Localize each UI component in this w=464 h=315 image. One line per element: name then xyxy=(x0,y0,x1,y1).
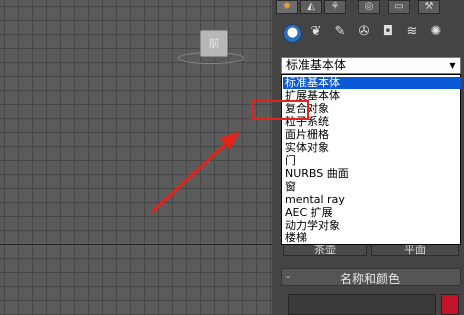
shapes-icon[interactable]: ❦ xyxy=(308,24,324,40)
dropdown-option[interactable]: 粒子系统 xyxy=(283,116,461,128)
object-name-field[interactable] xyxy=(288,294,436,315)
helpers-icon[interactable]: ◘ xyxy=(380,24,396,40)
dropdown-option[interactable]: 动力学对象 xyxy=(283,220,461,232)
object-color-swatch[interactable] xyxy=(441,294,459,315)
modify-tab-icon[interactable]: ◭ xyxy=(300,0,322,14)
command-panel-tabs: ✸ ◭ ⚘ ◎ ▭ ⚒ xyxy=(276,0,464,14)
hierarchy-tab-icon[interactable]: ⚘ xyxy=(324,0,346,14)
category-dropdown[interactable]: 标准基本体 ▼ xyxy=(281,57,461,74)
space-warps-icon[interactable]: ≋ xyxy=(404,24,420,40)
display-tab-icon[interactable]: ▭ xyxy=(388,0,410,14)
rollout-title: 名称和颜色 xyxy=(339,272,400,286)
dropdown-option[interactable]: NURBS 曲面 xyxy=(283,168,461,180)
lights-icon[interactable]: ✎ xyxy=(332,24,348,40)
create-tab-icon[interactable]: ✸ xyxy=(276,0,298,14)
dropdown-option[interactable]: AEC 扩展 xyxy=(283,207,461,219)
dropdown-option[interactable]: 标准基本体 xyxy=(283,77,461,89)
dropdown-option-compound-objects[interactable]: 复合对象 xyxy=(283,103,461,115)
dropdown-option[interactable]: 实体对象 xyxy=(283,142,461,154)
name-and-color-rollout[interactable]: - 名称和颜色 xyxy=(281,268,461,286)
category-dropdown-value: 标准基本体 xyxy=(286,58,347,72)
dropdown-option[interactable]: 窗 xyxy=(283,181,461,193)
dropdown-option[interactable]: 门 xyxy=(283,155,461,167)
dropdown-option[interactable]: 楼梯 xyxy=(283,232,461,244)
dropdown-option[interactable]: 扩展基本体 xyxy=(283,90,461,102)
dropdown-option[interactable]: 面片栅格 xyxy=(283,129,461,141)
utilities-tab-icon[interactable]: ⚒ xyxy=(418,0,440,14)
geometry-icon[interactable]: ● xyxy=(283,24,302,43)
motion-tab-icon[interactable]: ◎ xyxy=(358,0,380,14)
systems-icon[interactable]: ✺ xyxy=(428,24,444,40)
chevron-down-icon[interactable]: ▼ xyxy=(447,60,458,71)
annotation-highlight-box xyxy=(251,100,309,120)
dropdown-option[interactable]: mental ray xyxy=(283,194,461,206)
annotation-arrow-shaft xyxy=(150,138,232,214)
cameras-icon[interactable]: ✇ xyxy=(356,24,372,40)
